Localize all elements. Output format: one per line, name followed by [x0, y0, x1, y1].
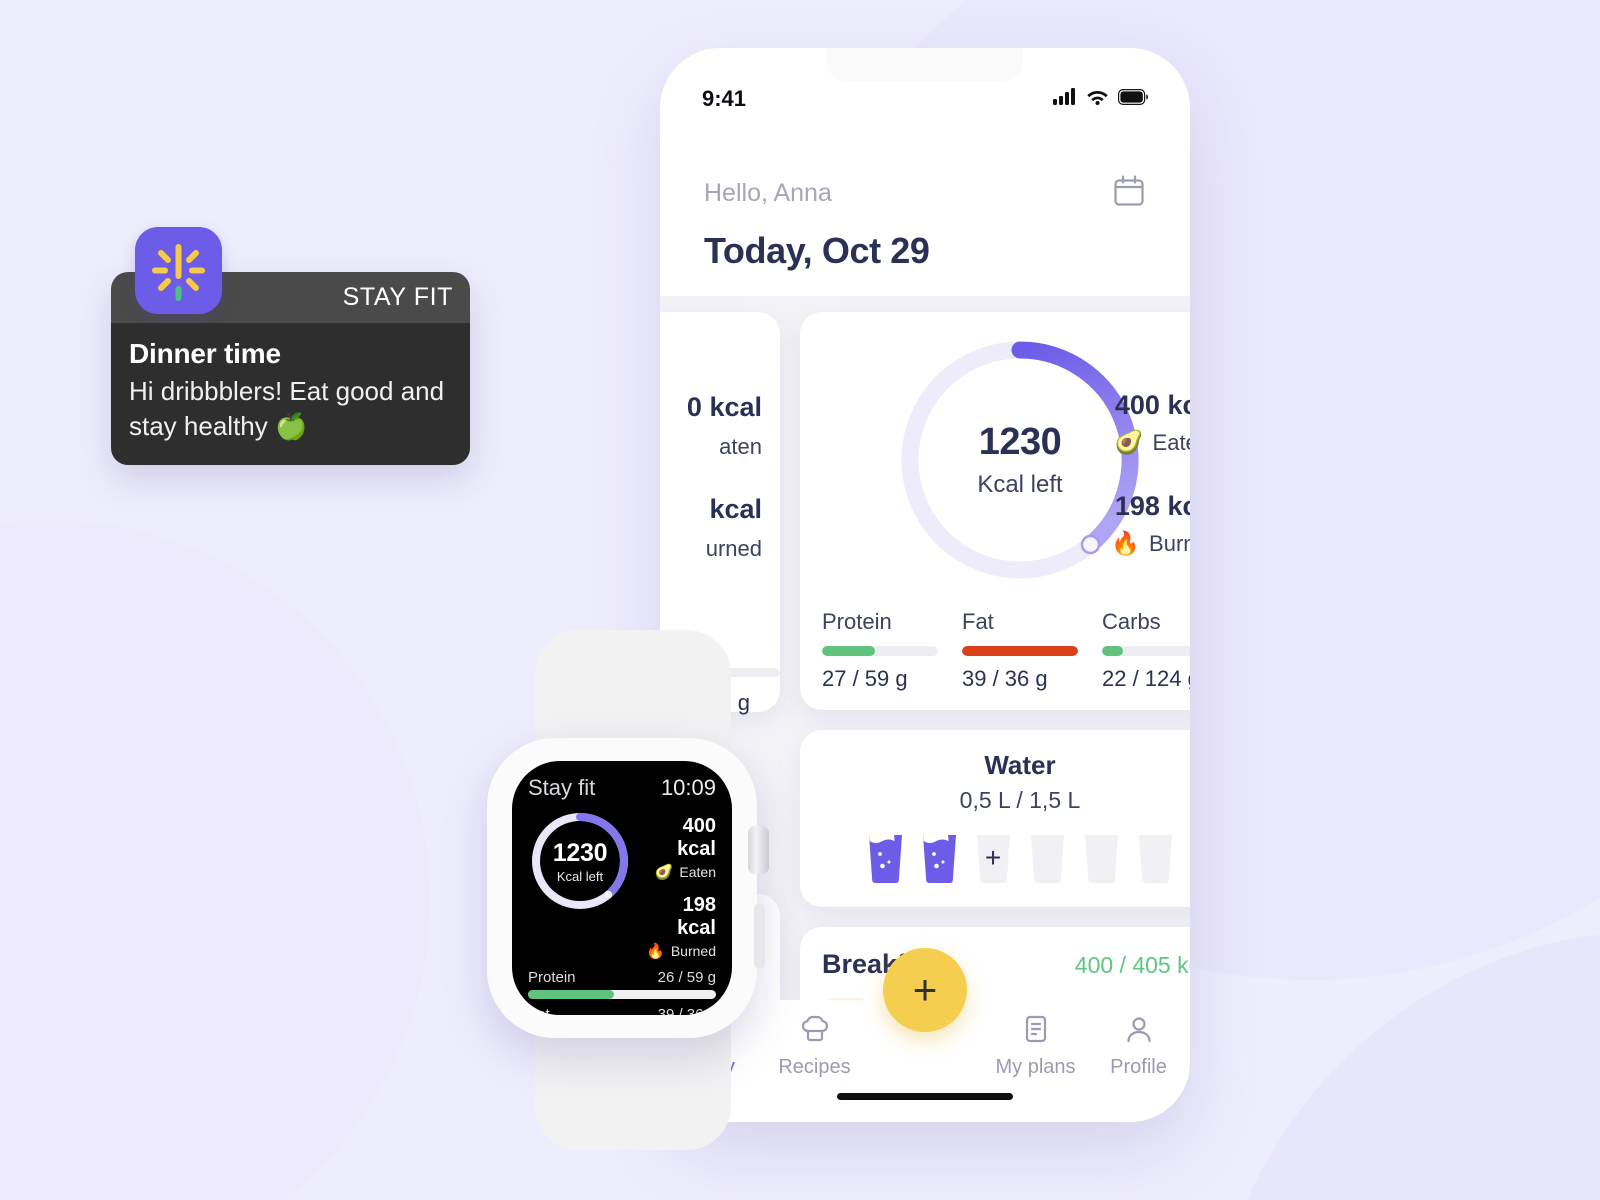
previous-burned-label: urned — [705, 536, 762, 561]
stat-burned-label: Burned — [1149, 530, 1190, 556]
macro-protein-value: 27 / 59 g — [822, 666, 908, 691]
person-icon — [1124, 1014, 1154, 1049]
water-amount: 0,5 L / 1,5 L — [959, 787, 1081, 813]
watch-calorie-ring: 1230 Kcal left — [528, 809, 632, 913]
water-glass-6[interactable] — [1136, 832, 1175, 883]
status-bar: 9:41 — [660, 86, 1190, 112]
water-glass-4[interactable] — [1028, 832, 1067, 883]
tab-profile[interactable]: Profile — [1087, 1014, 1190, 1079]
macro-protein: Protein 27 / 59 g — [822, 609, 938, 692]
stat-eaten-value: 400 kcal — [1114, 390, 1190, 420]
home-indicator — [837, 1093, 1013, 1100]
water-glass-5[interactable] — [1082, 832, 1121, 883]
watch-screen[interactable]: Stay fit 10:09 1230 Kcal left 400 kcal 🥑… — [512, 761, 732, 1015]
macro-carbs-value: 22 / 124 g — [1102, 666, 1190, 691]
previous-eaten-label: aten — [719, 434, 762, 459]
macro-carbs-name: Carbs — [1102, 609, 1161, 634]
watch-stat-burned-value: 198 kcal — [677, 894, 716, 939]
watch-stat-burned-label: Burned — [670, 943, 716, 959]
status-bar-time: 9:41 — [702, 86, 747, 111]
calories-left-label: Kcal left — [977, 471, 1063, 498]
wifi-icon — [1086, 88, 1109, 110]
calorie-summary-card[interactable]: 1230 Kcal left 400 kcal 🥑 Eaten 198 kcal… — [800, 312, 1190, 710]
water-glass-1[interactable] — [866, 832, 905, 883]
macro-protein-fill — [822, 646, 876, 656]
watch-app-name: Stay fit — [528, 775, 596, 800]
phone-notch — [827, 48, 1023, 82]
tab-my-plans-label: My plans — [995, 1056, 1076, 1078]
water-card[interactable]: Water 0,5 L / 1,5 L + — [800, 730, 1190, 907]
macro-fat-value: 39 / 36 g — [962, 666, 1048, 691]
watch-macro-protein-fill — [528, 990, 615, 999]
watch-calories-left-label: Kcal left — [556, 868, 604, 884]
tab-my-plans[interactable]: My plans — [984, 1014, 1087, 1079]
watch-macro-fat: Fat 39 / 36 g — [528, 1006, 716, 1015]
stat-burned-value: 198 kcal — [1114, 491, 1190, 521]
macro-list: Protein 27 / 59 g Fat 39 / 36 g Carbs 22… — [800, 609, 1190, 692]
page-title: Today, Oct 29 — [704, 230, 930, 271]
smartwatch-mockup: Stay fit 10:09 1230 Kcal left 400 kcal 🥑… — [478, 630, 788, 1150]
watch-stat-eaten: 400 kcal 🥑 Eaten — [644, 815, 716, 881]
watch-macro-protein: Protein 26 / 59 g — [528, 969, 716, 999]
breakfast-card[interactable]: Breakfast 400 / 405 kcal 🥐 Croissant wit… — [800, 927, 1190, 1000]
macro-fat: Fat 39 / 36 g — [962, 609, 1078, 692]
watch-macro-protein-name: Protein — [528, 969, 576, 986]
watch-stat-burned: 198 kcal 🔥 Burned — [644, 894, 716, 960]
watch-side-button[interactable] — [754, 903, 765, 969]
water-glass-3[interactable]: + — [974, 832, 1013, 883]
notification-title: Dinner time — [129, 338, 281, 369]
water-add-label: + — [984, 841, 1002, 873]
watch-macro-fat-name: Fat — [528, 1006, 550, 1015]
document-icon — [1021, 1014, 1051, 1049]
macro-fat-fill — [962, 646, 1078, 656]
macro-fat-track — [962, 646, 1078, 656]
previous-eaten-value: 0 kcal — [686, 392, 762, 422]
macro-fat-name: Fat — [962, 609, 994, 634]
background-blob-left — [0, 520, 430, 1200]
watch-stat-eaten-label: Eaten — [679, 864, 716, 880]
digital-crown[interactable] — [748, 826, 769, 874]
avocado-icon: 🥑 — [654, 864, 674, 881]
watch-macro-protein-value: 26 / 59 g — [657, 969, 716, 986]
cellular-signal-icon — [1053, 88, 1077, 110]
calorie-ring: 1230 Kcal left — [894, 334, 1146, 586]
calories-left-value: 1230 — [978, 421, 1062, 463]
phone-header: Hello, Anna Today, Oct 29 — [660, 174, 1190, 272]
macro-carbs-track — [1102, 646, 1190, 656]
calendar-icon[interactable] — [1112, 174, 1146, 213]
stat-eaten: 400 kcal 🥑 Eaten — [1115, 390, 1190, 456]
avocado-icon: 🥑 — [1114, 429, 1144, 455]
previous-burned-value: kcal — [709, 494, 762, 524]
water-glass-2[interactable] — [920, 832, 959, 883]
watch-case: Stay fit 10:09 1230 Kcal left 400 kcal 🥑… — [487, 738, 769, 1038]
breakfast-kcal: 400 / 405 kcal — [1074, 952, 1190, 978]
notification-message: Hi dribbblers! Eat good and stay healthy… — [129, 376, 445, 441]
tab-profile-label: Profile — [1110, 1056, 1167, 1078]
macro-protein-name: Protein — [822, 609, 892, 634]
watch-stat-eaten-value: 400 kcal — [677, 815, 716, 860]
water-title: Water — [984, 750, 1056, 780]
battery-icon — [1118, 88, 1148, 110]
macro-protein-track — [822, 646, 938, 656]
watch-time: 10:09 — [660, 775, 716, 800]
macro-carbs: Carbs 22 / 124 g — [1102, 609, 1190, 692]
watch-calories-left-value: 1230 — [552, 838, 608, 867]
watch-macro-fat-value: 39 / 36 g — [657, 1006, 716, 1015]
tab-recipes-label: Recipes — [778, 1056, 851, 1078]
notification-app-name: STAY FIT — [342, 283, 453, 311]
flame-icon: 🔥 — [646, 943, 665, 960]
flame-icon: 🔥 — [1111, 530, 1141, 556]
watch-macro-list: Protein 26 / 59 g Fat 39 / 36 g Carbs — [528, 969, 716, 1015]
greeting-text: Hello, Anna — [704, 179, 832, 207]
sunburst-app-icon — [135, 227, 222, 314]
fab-plus-label: + — [912, 966, 938, 1013]
add-entry-fab[interactable]: + — [883, 948, 967, 1032]
water-glass-row: + — [800, 832, 1190, 883]
macro-carbs-fill — [1102, 646, 1123, 656]
notification-body: Dinner time Hi dribbblers! Eat good and … — [111, 323, 470, 466]
stat-burned: 198 kcal 🔥 Burned — [1111, 491, 1190, 557]
stat-eaten-label: Eaten — [1152, 429, 1190, 455]
chef-hat-icon — [800, 1014, 830, 1049]
